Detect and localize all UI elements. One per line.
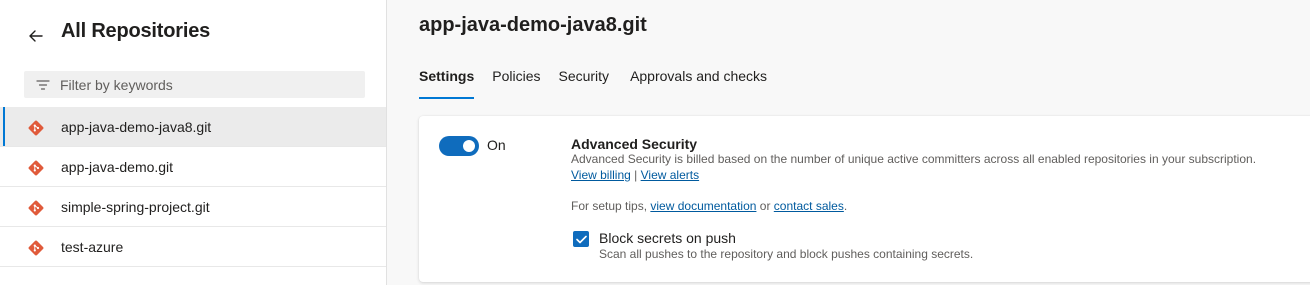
block-secrets-checkbox[interactable] [573, 231, 589, 247]
repo-name: app-java-demo-java8.git [61, 118, 212, 135]
tab-security[interactable]: Security [558, 64, 609, 100]
contact-sales-link[interactable]: contact sales [774, 199, 844, 213]
repo-item-simple-spring-project[interactable]: simple-spring-project.git [0, 187, 386, 227]
view-documentation-link[interactable]: view documentation [650, 199, 756, 213]
advanced-security-title: Advanced Security [571, 136, 698, 152]
filter-icon [36, 79, 50, 91]
repo-item-test-azure[interactable]: test-azure [0, 227, 386, 267]
setup-tips: For setup tips, view documentation or co… [571, 199, 847, 213]
main-panel: app-java-demo-java8.git Settings Policie… [387, 0, 1310, 285]
tab-policies[interactable]: Policies [492, 64, 540, 100]
tab-approvals-and-checks[interactable]: Approvals and checks [630, 64, 767, 100]
git-repo-icon [28, 120, 44, 136]
block-secrets-label: Block secrets on push [599, 230, 736, 246]
tab-bar: Settings Policies Security Approvals and… [419, 64, 785, 100]
repo-item-app-java-demo[interactable]: app-java-demo.git [0, 147, 386, 187]
arrow-left-icon [29, 30, 43, 42]
git-repo-icon [28, 160, 44, 176]
git-repo-icon [28, 240, 44, 256]
back-button[interactable] [24, 24, 48, 48]
block-secrets-description: Scan all pushes to the repository and bl… [599, 247, 974, 261]
advanced-security-toggle[interactable] [439, 136, 479, 156]
git-repo-icon [28, 200, 44, 216]
sidebar-header: All Repositories [0, 0, 386, 64]
repo-name: app-java-demo.git [61, 158, 174, 175]
view-billing-link[interactable]: View billing [571, 168, 631, 182]
link-separator: | [634, 168, 638, 182]
billing-links: View billing | View alerts [571, 168, 699, 182]
advanced-security-description: Advanced Security is billed based on the… [571, 152, 1257, 166]
checkmark-icon [575, 235, 587, 243]
toggle-knob [463, 140, 475, 152]
sidebar-title: All Repositories [61, 20, 211, 42]
advanced-security-card: On Advanced Security Advanced Security i… [419, 116, 1310, 282]
view-alerts-link[interactable]: View alerts [641, 168, 699, 182]
repo-name: simple-spring-project.git [61, 198, 210, 215]
tips-or: or [759, 199, 771, 213]
tab-settings[interactable]: Settings [419, 64, 475, 100]
repo-list: app-java-demo-java8.git app-java-demo.gi… [0, 107, 386, 267]
repo-item-app-java-demo-java8[interactable]: app-java-demo-java8.git [0, 107, 386, 147]
tips-prefix: For setup tips, [571, 199, 648, 213]
tips-suffix: . [843, 199, 848, 213]
toggle-label: On [487, 137, 506, 153]
page-title: app-java-demo-java8.git [419, 14, 647, 36]
filter-box[interactable] [24, 71, 365, 98]
repo-name: test-azure [61, 238, 124, 255]
sidebar: All Repositories app-java-demo-java8.git… [0, 0, 387, 285]
filter-input[interactable] [60, 76, 350, 93]
